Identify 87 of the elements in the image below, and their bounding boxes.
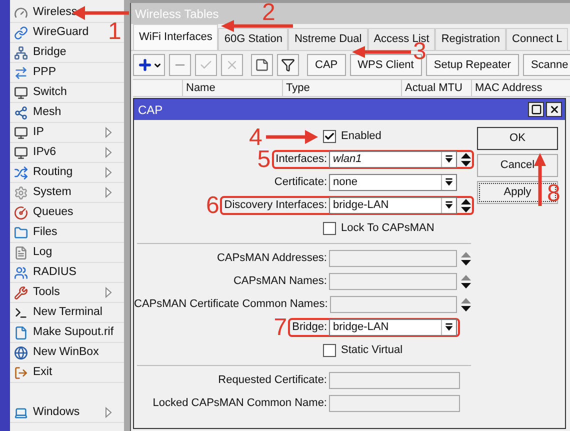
menu-item[interactable]: Windows — [10, 403, 124, 423]
checkbox-label: Lock To CAPsMAN — [341, 221, 434, 236]
input-field[interactable]: wlan1 — [329, 151, 457, 168]
input-field[interactable]: bridge-LAN — [329, 197, 457, 214]
tab[interactable]: WiFi Interfaces — [133, 24, 218, 50]
network-icon — [14, 46, 28, 60]
checkbox-label: Static Virtual — [341, 343, 403, 358]
close-icon — [548, 104, 560, 115]
monitor-icon — [14, 86, 28, 100]
tab[interactable]: Connect L — [506, 28, 568, 50]
menu-item[interactable]: System — [10, 183, 124, 203]
menu-item[interactable]: Routing — [10, 163, 124, 183]
dialog-button[interactable]: OK — [477, 127, 558, 150]
dialog-title: CAP — [138, 102, 163, 118]
table-header-cell[interactable]: Name — [183, 80, 283, 96]
laptop-icon — [14, 406, 28, 420]
exit-icon — [14, 366, 28, 380]
toolbar-button[interactable]: Scanne — [522, 54, 570, 76]
menu-item[interactable]: IPv6 — [10, 143, 124, 163]
checkbox[interactable] — [323, 130, 336, 143]
globe-icon — [14, 346, 28, 360]
caret-icon — [152, 60, 162, 70]
field-label: Discovery Interfaces: — [224, 198, 328, 214]
step-number: 2 — [262, 1, 276, 25]
monitor-icon — [14, 146, 28, 160]
checkbox[interactable] — [323, 344, 336, 357]
step-number: 6 — [206, 194, 220, 218]
gauge-icon — [14, 206, 28, 220]
document-icon — [14, 246, 28, 260]
step-number: 1 — [108, 20, 122, 44]
network-nodes-icon — [14, 106, 28, 120]
cross-icon — [225, 58, 239, 72]
chain-link-icon — [14, 26, 28, 40]
add-button[interactable] — [133, 54, 165, 76]
field-label: Interfaces: — [276, 152, 328, 168]
field-label: CAPsMAN Certificate Common Names: — [134, 297, 329, 312]
toolbar-button[interactable]: CAP — [307, 54, 346, 76]
monitor-icon — [14, 126, 28, 140]
tab[interactable]: Nstreme Dual — [288, 28, 368, 50]
step-number: 5 — [257, 148, 271, 172]
step-number: 4 — [249, 126, 262, 150]
dialog-button[interactable]: Cancel — [477, 154, 558, 177]
note-icon — [255, 58, 269, 72]
up-down-arrows-icon[interactable] — [461, 198, 471, 212]
plus-icon — [136, 57, 152, 73]
toolbar-button[interactable]: Setup Repeater — [426, 54, 519, 76]
field-label: Certificate: — [274, 175, 328, 190]
checkbox[interactable] — [323, 222, 336, 235]
tab[interactable]: 60G Station — [218, 28, 288, 50]
close-button[interactable] — [546, 102, 562, 117]
table-header-cell[interactable]: Actual MTU — [402, 80, 472, 96]
table-header-cell[interactable]: Type — [283, 80, 402, 96]
toolbar-button[interactable] — [277, 54, 299, 76]
users-icon — [14, 266, 28, 280]
shuffle-icon — [14, 166, 28, 180]
field-label: CAPsMAN Names: — [233, 274, 328, 290]
maximize-icon — [530, 104, 542, 115]
menu-item[interactable]: IP — [10, 123, 124, 143]
up-down-arrows-icon[interactable] — [461, 152, 471, 166]
field-label: Bridge: — [292, 320, 328, 336]
step-number: 8 — [547, 182, 560, 206]
annotation-arrow — [352, 46, 411, 58]
annotation-arrow — [221, 20, 293, 32]
gear-icon — [14, 186, 28, 200]
annotation-arrow — [266, 130, 318, 144]
field-label: CAPsMAN Addresses: — [216, 251, 328, 266]
input-field[interactable]: bridge-LAN — [329, 319, 457, 336]
wrench-icon — [14, 286, 28, 300]
menu-item[interactable]: New WinBox — [10, 343, 124, 363]
file-icon — [14, 326, 28, 340]
annotation-arrow — [534, 153, 546, 206]
maximize-button[interactable] — [528, 102, 544, 117]
table-header-cell[interactable]: MAC Address — [472, 80, 570, 96]
arrows-icon — [14, 66, 28, 80]
filter-icon — [281, 58, 295, 72]
folder-icon — [14, 226, 28, 240]
tab[interactable]: Registration — [435, 28, 506, 50]
menu-item[interactable]: Tools — [10, 283, 124, 303]
toolbar-button[interactable] — [251, 54, 273, 76]
menu-item[interactable]: Log — [10, 243, 124, 263]
terminal-icon — [14, 306, 28, 320]
checkbox-label: Enabled — [341, 129, 382, 144]
field-label: Requested Certificate: — [218, 373, 328, 388]
field-label: Locked CAPsMAN Common Name: — [152, 396, 328, 412]
input-field[interactable]: none — [329, 174, 457, 191]
gauge-icon — [14, 6, 28, 20]
step-number: 7 — [274, 316, 288, 340]
